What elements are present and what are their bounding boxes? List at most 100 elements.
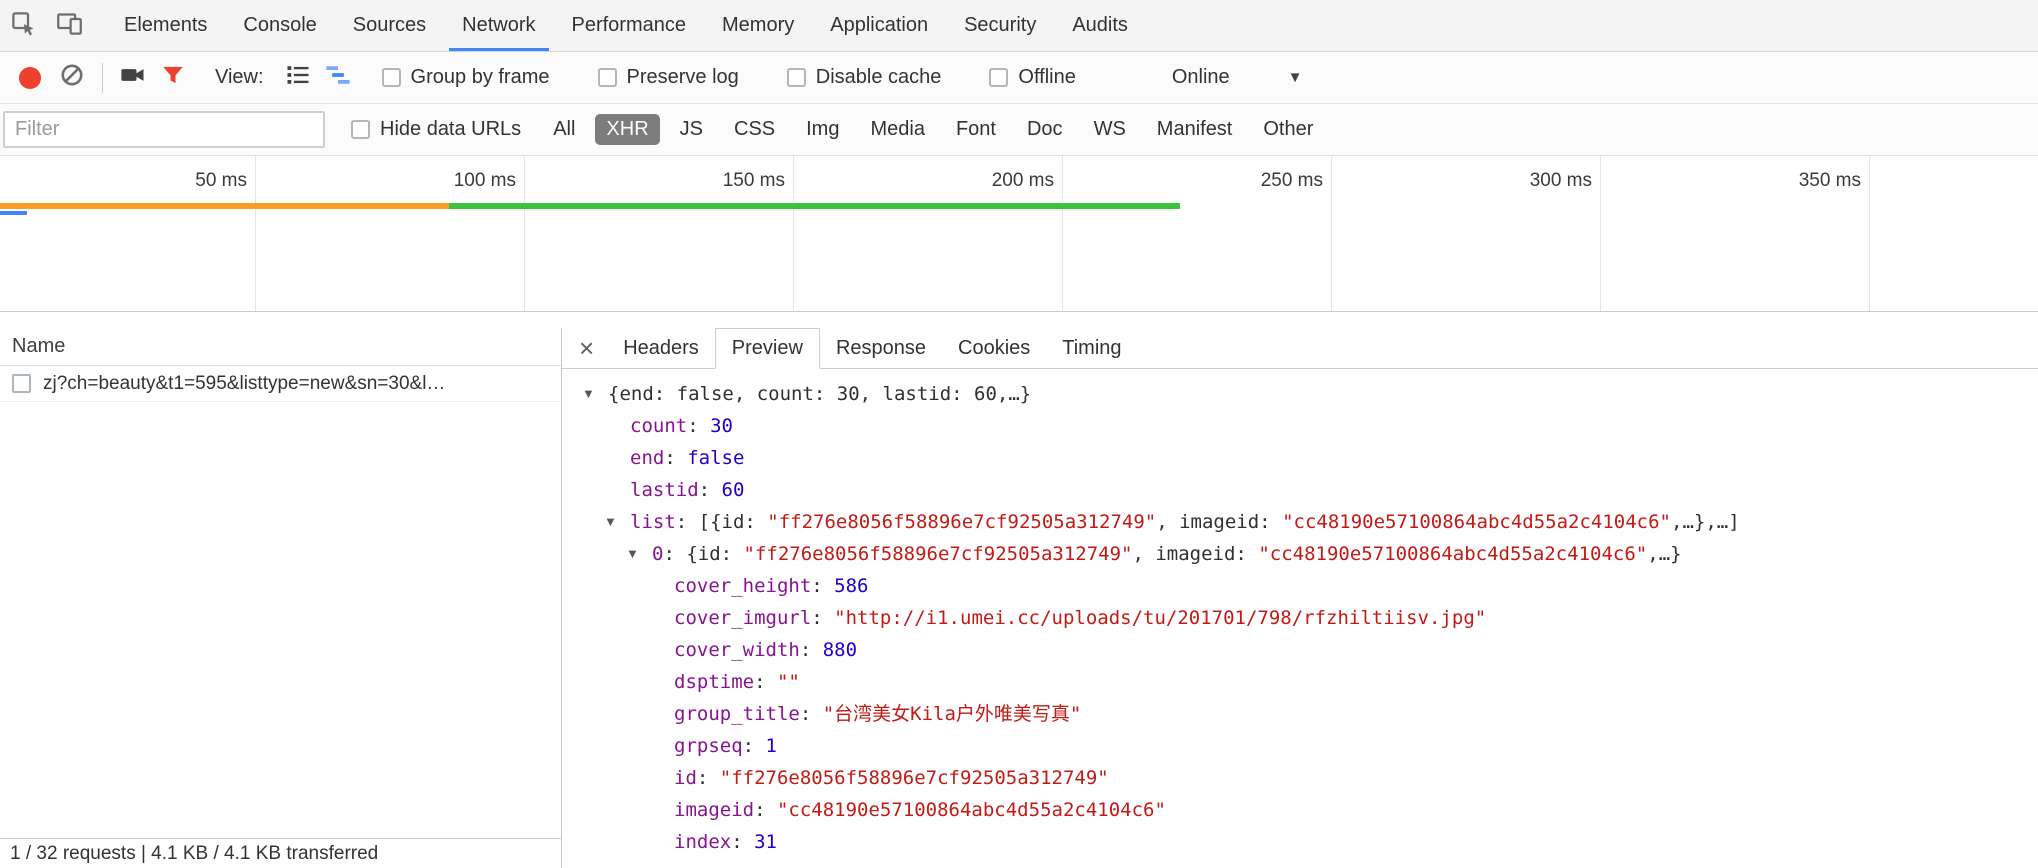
disable-cache-checkbox[interactable]: [787, 68, 806, 87]
disclosure-triangle-icon[interactable]: ▼: [604, 506, 630, 538]
capture-screenshots-button[interactable]: [113, 58, 153, 98]
token-str: "ff276e8056f58896e7cf92505a312749": [767, 511, 1156, 533]
token-plain: :: [743, 735, 766, 757]
detail-tab-headers[interactable]: Headers: [607, 328, 715, 368]
tab-network[interactable]: Network: [444, 0, 553, 51]
preserve-log-label: Preserve log: [627, 66, 739, 89]
token-str: "ff276e8056f58896e7cf92505a312749": [720, 767, 1109, 789]
network-toolbar: View: Group by framePreserve logDisable …: [0, 52, 2038, 104]
preview-line[interactable]: id: "ff276e8056f58896e7cf92505a312749": [562, 762, 2038, 794]
timeline-label: 150 ms: [723, 170, 785, 192]
preview-line[interactable]: cover_width: 880: [562, 634, 2038, 666]
preview-line[interactable]: lastid: 60: [562, 474, 2038, 506]
preview-line[interactable]: cover_height: 586: [562, 570, 2038, 602]
token-plain: : [{id:: [676, 511, 768, 533]
preview-line[interactable]: end: false: [562, 442, 2038, 474]
device-toolbar-button[interactable]: [46, 0, 92, 51]
filter-type-manifest[interactable]: Manifest: [1146, 114, 1244, 145]
name-column-header[interactable]: Name: [0, 328, 561, 366]
tab-application[interactable]: Application: [812, 0, 946, 51]
token-key: end: [630, 447, 664, 469]
checkbox-disable-cache[interactable]: Disable cache: [787, 66, 942, 89]
disable-cache-label: Disable cache: [816, 66, 942, 89]
token-key: cover_height: [674, 575, 811, 597]
token-plain: :: [699, 479, 722, 501]
filter-type-doc[interactable]: Doc: [1016, 114, 1074, 145]
use-large-rows-button[interactable]: [278, 58, 318, 98]
detail-tab-cookies[interactable]: Cookies: [942, 328, 1046, 368]
token-num: false: [687, 447, 744, 469]
filter-bar: Hide data URLs All XHR JS CSS Img Media Font Do…: [0, 104, 2038, 156]
offline-checkbox[interactable]: [989, 68, 1008, 87]
token-key: dsptime: [674, 671, 754, 693]
request-row[interactable]: zj?ch=beauty&t1=595&listtype=new&sn=30&l…: [0, 366, 561, 402]
clear-button[interactable]: [52, 58, 92, 98]
disclosure-triangle-icon[interactable]: ▼: [626, 538, 652, 570]
checkbox-offline[interactable]: Offline: [989, 66, 1075, 89]
token-plain: :: [754, 671, 777, 693]
camera-icon: [119, 61, 147, 94]
tab-elements[interactable]: Elements: [106, 0, 225, 51]
preview-line[interactable]: ▼{end: false, count: 30, lastid: 60,…}: [562, 378, 2038, 410]
token-plain: , imageid:: [1156, 511, 1282, 533]
filter-type-all[interactable]: All: [542, 114, 586, 145]
filter-type-xhr[interactable]: XHR: [595, 114, 659, 145]
close-details-button[interactable]: ×: [566, 328, 607, 368]
filter-type-css[interactable]: CSS: [723, 114, 786, 145]
filter-input[interactable]: [3, 111, 325, 148]
preview-line[interactable]: ▼0: {id: "ff276e8056f58896e7cf92505a3127…: [562, 538, 2038, 570]
tab-security[interactable]: Security: [946, 0, 1054, 51]
tab-sources[interactable]: Sources: [335, 0, 444, 51]
network-overview[interactable]: 50 ms100 ms150 ms200 ms250 ms300 ms350 m…: [0, 156, 2038, 328]
preview-line[interactable]: ▼list: [{id: "ff276e8056f58896e7cf92505a…: [562, 506, 2038, 538]
token-key: id: [674, 767, 697, 789]
preview-line[interactable]: cover_imgurl: "http://i1.umei.cc/uploads…: [562, 602, 2038, 634]
name-header-label: Name: [12, 335, 65, 358]
preview-line[interactable]: grpseq: 1: [562, 730, 2038, 762]
token-plain: ,…}: [1647, 543, 1681, 565]
preview-line[interactable]: imageid: "cc48190e57100864abc4d55a2c4104…: [562, 794, 2038, 826]
filter-type-other[interactable]: Other: [1252, 114, 1324, 145]
clear-icon: [59, 62, 85, 93]
request-name: zj?ch=beauty&t1=595&listtype=new&sn=30&l…: [43, 373, 561, 395]
filter-type-media[interactable]: Media: [859, 114, 935, 145]
filter-funnel-icon: [160, 62, 186, 93]
token-str: "台湾美女Kila户外唯美写真": [823, 703, 1082, 725]
inspect-element-button[interactable]: [0, 0, 46, 51]
preserve-log-checkbox[interactable]: [598, 68, 617, 87]
inspect-cursor-icon: [10, 10, 37, 42]
filter-type-font[interactable]: Font: [945, 114, 1007, 145]
hide-data-urls-checkbox[interactable]: [351, 120, 370, 139]
filter-type-img[interactable]: Img: [795, 114, 850, 145]
toolbar-checkboxes: Group by frame Preserve log Disable cache O…: [358, 66, 1076, 89]
timeline-gridline: [1869, 156, 1870, 311]
disclosure-triangle-icon[interactable]: ▼: [582, 378, 608, 410]
preview-line[interactable]: dsptime: "": [562, 666, 2038, 698]
filter-type-ws[interactable]: WS: [1083, 114, 1137, 145]
tab-audits[interactable]: Audits: [1054, 0, 1146, 51]
checkbox-group-by-frame[interactable]: Group by frame: [382, 66, 550, 89]
tab-memory[interactable]: Memory: [704, 0, 812, 51]
overview-bottom-border: [0, 311, 2038, 312]
timeline-label: 300 ms: [1530, 170, 1592, 192]
token-key: list: [630, 511, 676, 533]
preview-line[interactable]: group_title: "台湾美女Kila户外唯美写真": [562, 698, 2038, 730]
throttling-select[interactable]: Online ▼: [1172, 66, 1303, 89]
detail-tab-timing[interactable]: Timing: [1046, 328, 1137, 368]
detail-tab-response[interactable]: Response: [820, 328, 942, 368]
record-button[interactable]: [12, 58, 52, 98]
waterfall-icon: [324, 61, 352, 94]
tab-console[interactable]: Console: [225, 0, 334, 51]
detail-tab-preview[interactable]: Preview: [715, 328, 820, 369]
preview-line[interactable]: count: 30: [562, 410, 2038, 442]
show-overview-button[interactable]: [318, 58, 358, 98]
filter-toggle-button[interactable]: [153, 58, 193, 98]
tab-performance[interactable]: Performance: [554, 0, 705, 51]
token-key: group_title: [674, 703, 800, 725]
group-by-frame-checkbox[interactable]: [382, 68, 401, 87]
checkbox-preserve-log[interactable]: Preserve log: [598, 66, 739, 89]
token-plain: :: [754, 799, 777, 821]
preview-line[interactable]: index: 31: [562, 826, 2038, 858]
filter-type-js[interactable]: JS: [669, 114, 714, 145]
checkbox-hide-data-urls[interactable]: Hide data URLs: [351, 118, 521, 141]
